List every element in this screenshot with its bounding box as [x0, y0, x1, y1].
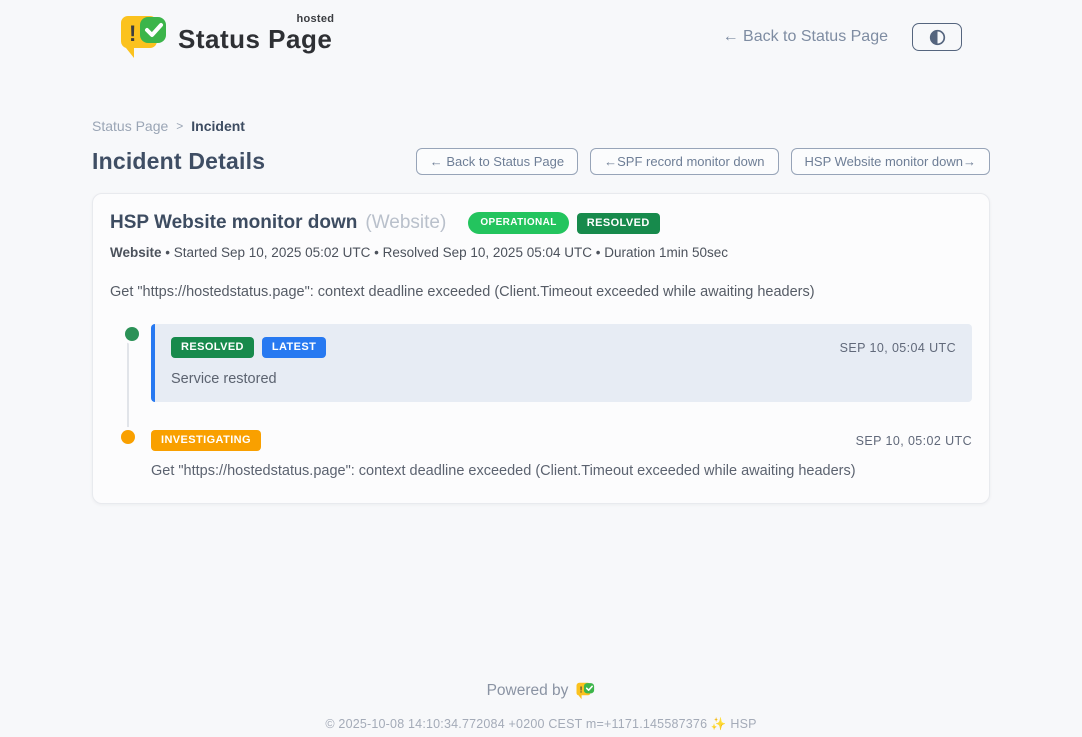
timeline-entry-investigating: INVESTIGATING SEP 10, 05:02 UTC Get "htt…	[151, 430, 972, 479]
resolved-status-badge: RESOLVED	[577, 213, 660, 234]
page-title: Incident Details	[92, 148, 265, 175]
timeline-entry-resolved: RESOLVED LATEST SEP 10, 05:04 UTC Servic…	[151, 324, 972, 402]
timeline-investigating-badge: INVESTIGATING	[151, 430, 261, 451]
timeline-resolved-badge: RESOLVED	[171, 337, 254, 358]
footer: Powered by ! © 2025-10-08 14:10:34.77208…	[92, 682, 990, 732]
incident-description: Get "https://hostedstatus.page": context…	[110, 284, 972, 300]
timeline-timestamp: SEP 10, 05:02 UTC	[856, 434, 972, 448]
status-page-logo[interactable]: ! Status Page hosted	[120, 14, 332, 60]
main-content: Status Page > Incident Incident Details …	[92, 118, 990, 732]
incident-component: (Website)	[365, 212, 446, 234]
timeline-dot-investigating	[121, 430, 135, 444]
logo-text: Status Page hosted	[178, 24, 332, 55]
header: ! Status Page hosted ← Back to Status Pa…	[0, 0, 1082, 60]
breadcrumb-incident: Incident	[191, 118, 245, 134]
timeline-dot-resolved	[125, 327, 139, 341]
breadcrumb-separator: >	[176, 119, 183, 133]
timeline-latest-badge: LATEST	[262, 337, 326, 358]
prev-incident-button[interactable]: ←SPF record monitor down	[590, 148, 778, 175]
logo-hosted-label: hosted	[296, 13, 334, 25]
powered-by-label: Powered by	[487, 682, 569, 700]
theme-toggle-button[interactable]	[912, 23, 962, 51]
timeline-message: Get "https://hostedstatus.page": context…	[151, 463, 972, 479]
half-circle-contrast-icon	[929, 29, 946, 46]
status-page-logo-icon: !	[120, 14, 168, 60]
timeline-connector-line	[127, 338, 129, 440]
timeline-timestamp: SEP 10, 05:04 UTC	[840, 341, 956, 355]
next-incident-button[interactable]: HSP Website monitor down→	[791, 148, 990, 175]
header-back-to-status-page-link[interactable]: ← Back to Status Page	[723, 28, 888, 46]
incident-nav-buttons: ← Back to Status Page ←SPF record monito…	[416, 148, 990, 175]
incident-meta: Website • Started Sep 10, 2025 05:02 UTC…	[110, 245, 972, 260]
incident-card: HSP Website monitor down (Website) OPERA…	[92, 193, 990, 504]
svg-text:!: !	[580, 685, 583, 695]
timeline-message: Service restored	[171, 371, 956, 387]
incident-meta-details: • Started Sep 10, 2025 05:02 UTC • Resol…	[162, 245, 729, 260]
back-to-status-page-button[interactable]: ← Back to Status Page	[416, 148, 578, 175]
incident-meta-component: Website	[110, 245, 162, 260]
incident-title: HSP Website monitor down	[110, 212, 357, 234]
status-page-logo-icon-small: !	[576, 682, 595, 700]
copyright-text: © 2025-10-08 14:10:34.772084 +0200 CEST …	[92, 717, 990, 732]
breadcrumb: Status Page > Incident	[92, 118, 990, 134]
svg-text:!: !	[129, 21, 136, 46]
incident-timeline: RESOLVED LATEST SEP 10, 05:04 UTC Servic…	[110, 324, 972, 479]
breadcrumb-status-page-link[interactable]: Status Page	[92, 118, 168, 134]
operational-status-badge: OPERATIONAL	[468, 212, 568, 234]
powered-by-link[interactable]: Powered by !	[487, 682, 596, 700]
